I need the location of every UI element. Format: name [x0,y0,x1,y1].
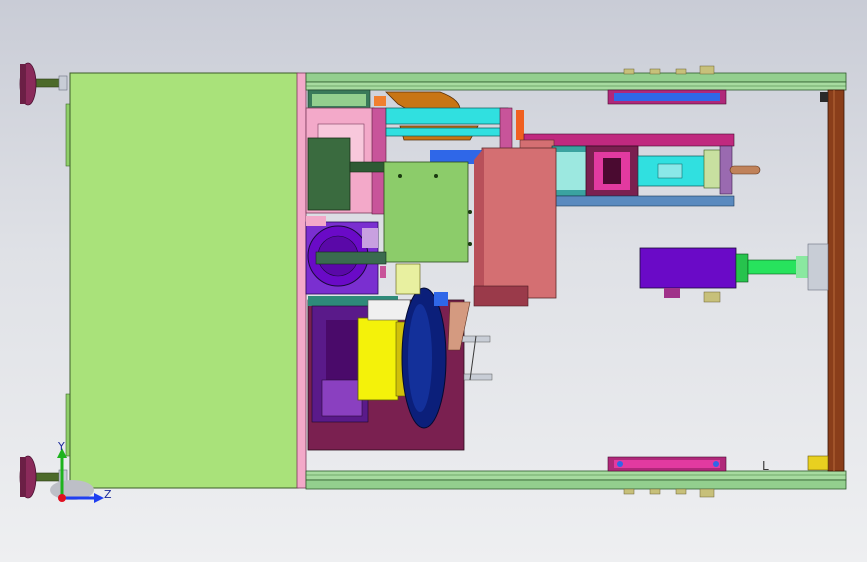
side-cover-panel [69,72,299,489]
cad-viewport[interactable]: L Y Z [0,0,867,562]
motor-housing-dark [307,137,351,211]
slide-base-magenta [523,133,735,147]
cover-flange [296,72,307,489]
svg-text:L: L [762,459,769,473]
triad-z-label: Z [104,488,112,501]
copper-pin [729,165,761,175]
frame-rail-right [827,89,845,472]
control-box-green [383,161,469,263]
cyan-arm-upper [385,107,509,125]
frame-rail-top [305,72,847,91]
leveling-foot-top [19,62,68,106]
frame-rail-bottom [305,470,847,490]
guide-block-bottom [607,456,727,472]
central-block-salmon [481,147,557,299]
guide-block-top [607,89,727,105]
cad-model-drawing[interactable]: L [0,0,867,562]
shaft-middle [315,251,387,265]
cylinder-yellow [357,317,399,401]
piston-rod-green [747,259,799,275]
triad-y-label: Y [58,440,65,453]
cylinder-purple [639,247,737,289]
